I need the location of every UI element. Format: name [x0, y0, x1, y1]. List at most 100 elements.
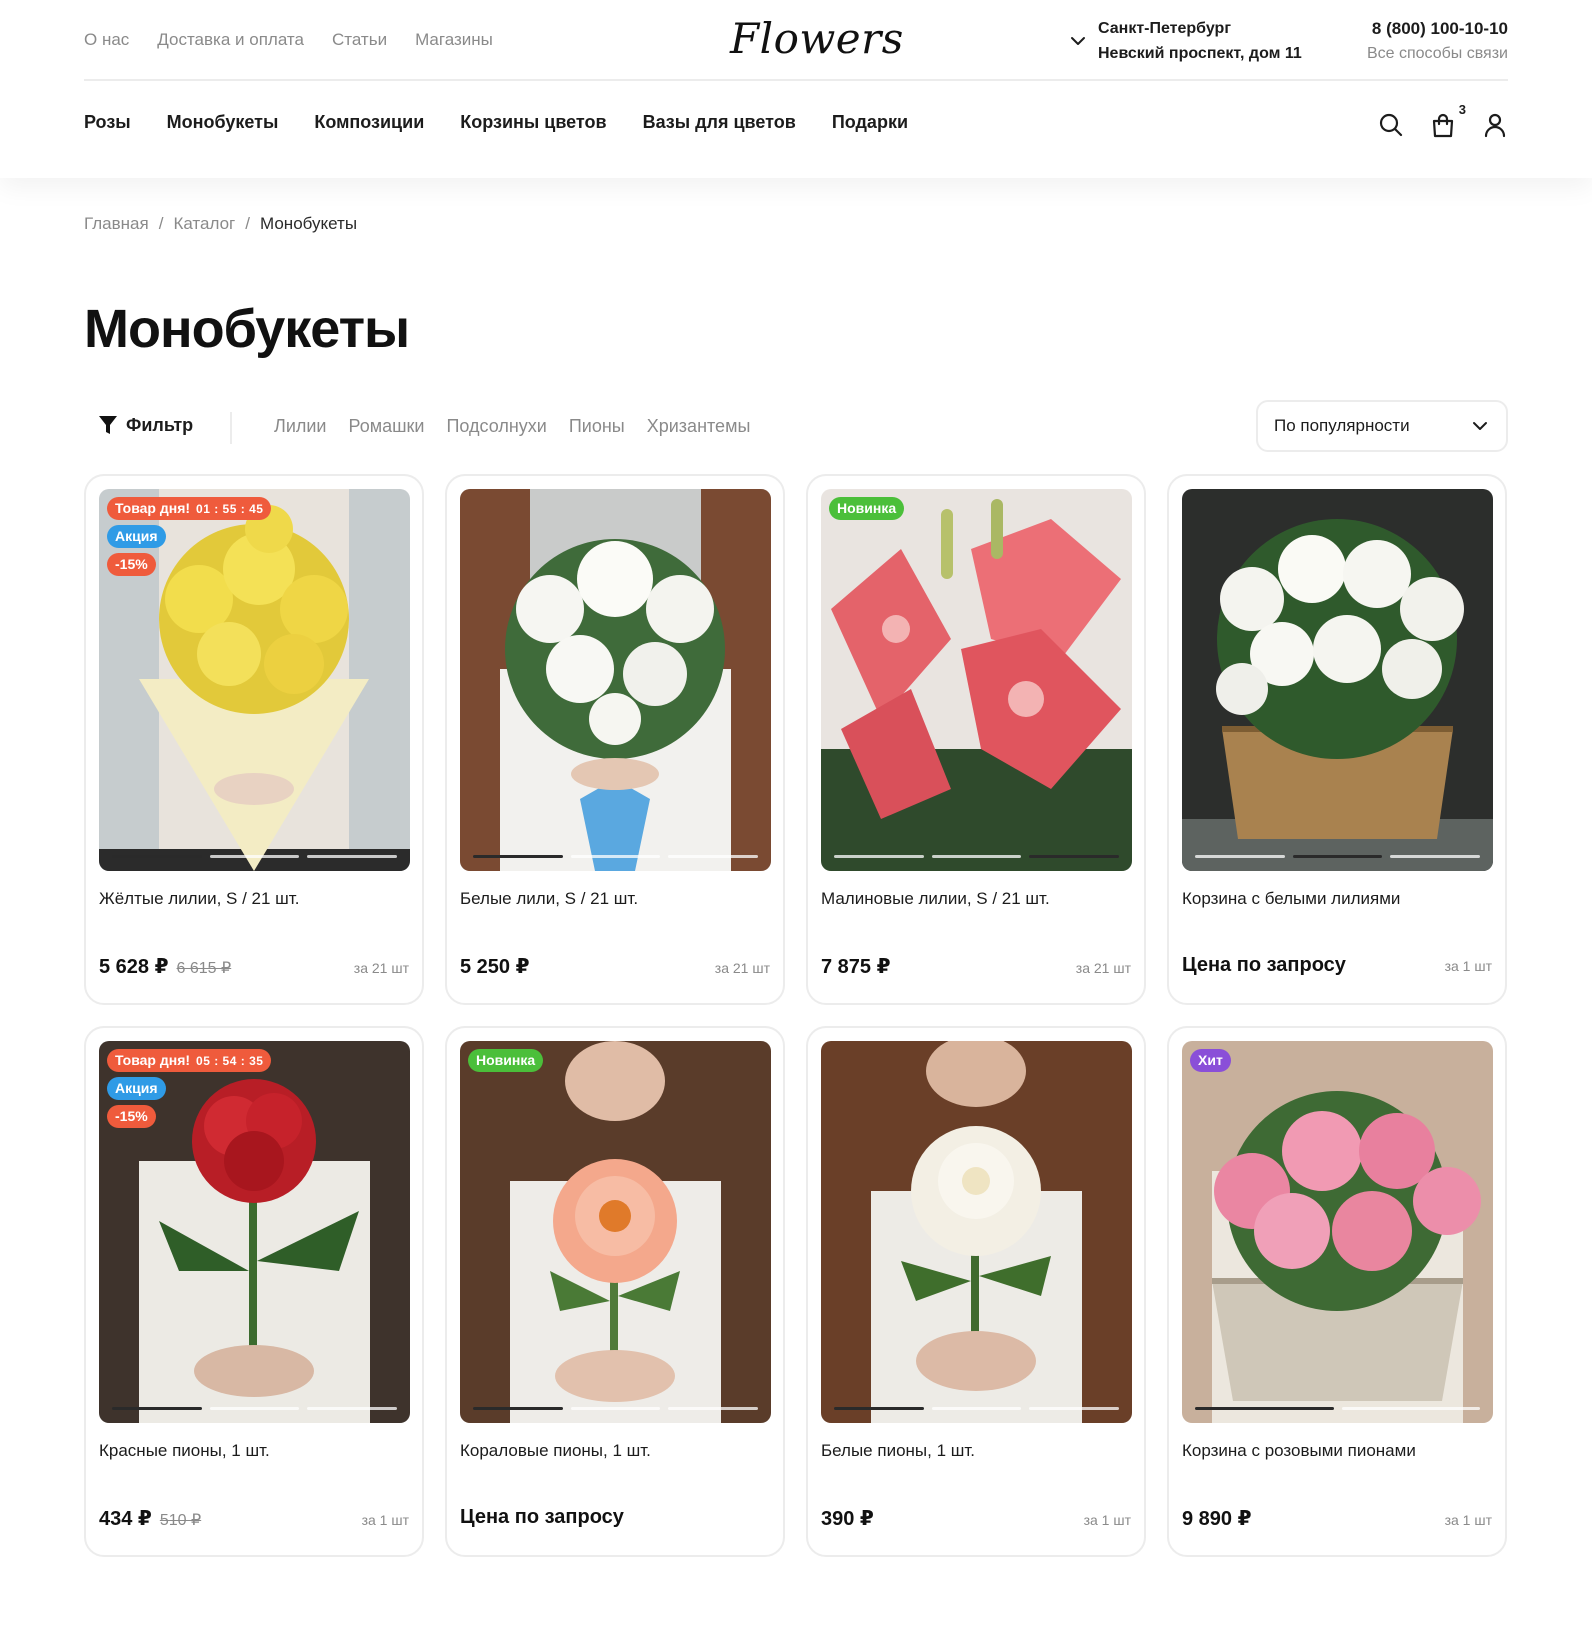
slide-dot[interactable] — [112, 1407, 202, 1410]
product-card[interactable]: Белые лили, S / 21 шт. 5 250 ₽ за 21 шт — [445, 474, 785, 1005]
nav-item-compositions[interactable]: Композиции — [314, 112, 424, 133]
product-grid: Товар дня! 01 : 55 : 45 Акция -15% Жёлтые… — [84, 474, 1508, 1557]
product-card[interactable]: Хит Корзина с розовыми пионами 9 890 ₽ з… — [1167, 1026, 1507, 1557]
unit-label: за 21 шт — [714, 960, 770, 976]
product-name[interactable]: Жёлтые лилии, S / 21 шт. — [99, 889, 299, 909]
bestseller-badge: Хит — [1190, 1049, 1231, 1072]
filter-button[interactable]: Фильтр — [98, 414, 193, 436]
top-link-articles[interactable]: Статьи — [332, 30, 387, 50]
unit-label: за 1 шт — [1444, 958, 1492, 974]
nav-item-vases[interactable]: Вазы для цветов — [643, 112, 796, 133]
product-card[interactable]: Товар дня! 05 : 54 : 35 Акция -15% Красны… — [84, 1026, 424, 1557]
chip-daisies[interactable]: Ромашки — [348, 416, 424, 437]
product-photo[interactable] — [460, 489, 771, 871]
product-price: 5 250 ₽ — [460, 956, 530, 978]
deal-of-day-badge: Товар дня! 01 : 55 : 45 — [107, 497, 272, 520]
top-link-about[interactable]: О нас — [84, 30, 129, 50]
product-name[interactable]: Кораловые пионы, 1 шт. — [460, 1441, 651, 1461]
product-name[interactable]: Белые пионы, 1 шт. — [821, 1441, 975, 1461]
product-photo[interactable]: Товар дня! 01 : 55 : 45 Акция -15% — [99, 489, 410, 871]
top-bar: О нас Доставка и оплата Статьи Магазины … — [84, 0, 1508, 81]
slide-dot[interactable] — [1341, 1407, 1480, 1410]
product-card[interactable]: Корзина с белыми лилиями Цена по запросу… — [1167, 474, 1507, 1005]
slide-dot[interactable] — [834, 1407, 924, 1410]
nav-item-baskets[interactable]: Корзины цветов — [460, 112, 606, 133]
city-selector[interactable]: Санкт-Петербург Невский проспект, дом 11 — [1070, 16, 1302, 66]
filter-icon — [99, 416, 117, 434]
top-link-stores[interactable]: Магазины — [415, 30, 493, 50]
slide-indicator — [1195, 1407, 1480, 1410]
sale-badge: Акция — [107, 1077, 166, 1100]
deal-of-day-badge: Товар дня! 05 : 54 : 35 — [107, 1049, 272, 1072]
slide-dot[interactable] — [931, 855, 1022, 858]
slide-dot[interactable] — [473, 1407, 563, 1410]
slide-dot[interactable] — [112, 855, 202, 858]
slide-dot[interactable] — [307, 1407, 398, 1410]
slide-dot[interactable] — [1390, 855, 1481, 858]
product-name[interactable]: Белые лили, S / 21 шт. — [460, 889, 638, 909]
unit-label: за 21 шт — [1075, 960, 1131, 976]
product-name[interactable]: Корзина с белыми лилиями — [1182, 889, 1400, 909]
slide-indicator — [1195, 855, 1481, 858]
slide-indicator — [112, 855, 398, 858]
top-link-delivery[interactable]: Доставка и оплата — [157, 30, 304, 50]
breadcrumb-catalog[interactable]: Каталог — [173, 214, 235, 234]
store-address: Невский проспект, дом 11 — [1098, 45, 1302, 62]
logo[interactable]: Flowers — [730, 14, 904, 63]
breadcrumb-home[interactable]: Главная — [84, 214, 149, 234]
search-button[interactable] — [1378, 112, 1404, 138]
product-card[interactable]: Новинка Кораловые пионы, 1 шт. Цена по з… — [445, 1026, 785, 1557]
product-price: 7 875 ₽ — [821, 956, 891, 978]
product-card[interactable]: Белые пионы, 1 шт. 390 ₽ за 1 шт — [806, 1026, 1146, 1557]
product-photo[interactable]: Новинка — [821, 489, 1132, 871]
product-photo[interactable] — [821, 1041, 1132, 1423]
discount-badge: -15% — [107, 1105, 156, 1128]
slide-dot[interactable] — [668, 855, 759, 858]
chip-sunflowers[interactable]: Подсолнухи — [446, 416, 546, 437]
product-badges: Новинка — [468, 1049, 544, 1072]
slide-dot[interactable] — [1029, 855, 1120, 858]
slide-dot[interactable] — [1195, 855, 1285, 858]
white-peony-image — [821, 1041, 1132, 1423]
product-badges: Товар дня! 05 : 54 : 35 Акция -15% — [107, 1049, 272, 1128]
nav-item-monobouquets[interactable]: Монобукеты — [167, 112, 279, 133]
product-photo[interactable]: Новинка — [460, 1041, 771, 1423]
product-name[interactable]: Малиновые лилии, S / 21 шт. — [821, 889, 1050, 909]
nav-item-gifts[interactable]: Подарки — [832, 112, 908, 133]
product-photo[interactable]: Хит — [1182, 1041, 1493, 1423]
slide-dot[interactable] — [570, 1407, 661, 1410]
cart-count-badge: 3 — [1458, 102, 1466, 117]
cart-button[interactable]: 3 — [1430, 102, 1466, 138]
slide-dot[interactable] — [209, 1407, 300, 1410]
product-card[interactable]: Товар дня! 01 : 55 : 45 Акция -15% Жёлтые… — [84, 474, 424, 1005]
product-card[interactable]: Новинка Малиновые лилии, S / 21 шт. 7 87… — [806, 474, 1146, 1005]
coral-peony-image — [460, 1041, 771, 1423]
sort-select[interactable]: По популярности — [1256, 400, 1508, 452]
slide-dot[interactable] — [1195, 1407, 1334, 1410]
nav-item-roses[interactable]: Розы — [84, 112, 131, 133]
category-chips: Лилии Ромашки Подсолнухи Пионы Хризантем… — [274, 416, 750, 437]
slide-dot[interactable] — [1029, 1407, 1120, 1410]
filter-label: Фильтр — [126, 414, 194, 435]
contact-methods-link[interactable]: Все способы связи — [1367, 41, 1508, 66]
chip-chrysanthemums[interactable]: Хризантемы — [647, 416, 751, 437]
product-name[interactable]: Красные пионы, 1 шт. — [99, 1441, 270, 1461]
slide-dot[interactable] — [570, 855, 661, 858]
account-button[interactable] — [1482, 112, 1508, 138]
sale-badge: Акция — [107, 525, 166, 548]
chip-lilies[interactable]: Лилии — [274, 416, 326, 437]
product-photo[interactable]: Товар дня! 05 : 54 : 35 Акция -15% — [99, 1041, 410, 1423]
slide-dot[interactable] — [668, 1407, 759, 1410]
slide-dot[interactable] — [473, 855, 563, 858]
slide-dot[interactable] — [1292, 855, 1383, 858]
search-icon — [1379, 113, 1403, 137]
chip-peonies[interactable]: Пионы — [569, 416, 625, 437]
slide-dot[interactable] — [307, 855, 398, 858]
slide-dot[interactable] — [834, 855, 924, 858]
phone-number[interactable]: 8 (800) 100-10-10 — [1367, 16, 1508, 41]
product-photo[interactable] — [1182, 489, 1493, 871]
slide-dot[interactable] — [209, 855, 300, 858]
slide-dot[interactable] — [931, 1407, 1022, 1410]
product-name[interactable]: Корзина с розовыми пионами — [1182, 1441, 1416, 1461]
product-badges: Хит — [1190, 1049, 1231, 1072]
